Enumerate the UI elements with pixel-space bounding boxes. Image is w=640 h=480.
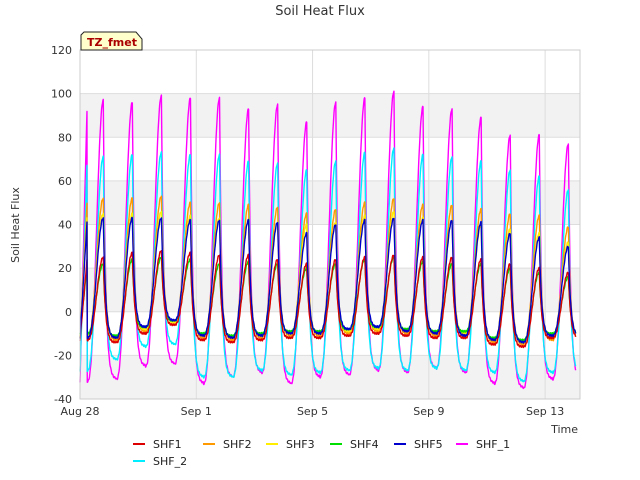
legend-label: SHF4 — [350, 438, 379, 451]
y-tick-label: 20 — [58, 262, 72, 275]
y-axis-label: Soil Heat Flux — [9, 187, 22, 263]
legend-label: SHF_2 — [153, 455, 187, 468]
x-tick-label: Aug 28 — [61, 405, 100, 418]
plot-band — [80, 93, 580, 138]
y-tick-label: 60 — [58, 175, 72, 188]
y-tick-label: -20 — [54, 349, 72, 362]
station-tag: TZ_fmet — [80, 31, 143, 51]
y-tick-label: 80 — [58, 131, 72, 144]
y-tick-label: 100 — [51, 88, 72, 101]
chart-title: Soil Heat Flux — [275, 4, 365, 19]
legend-label: SHF2 — [223, 438, 252, 451]
x-tick-label: Sep 5 — [297, 405, 328, 418]
legend-label: SHF3 — [286, 438, 315, 451]
legend-label: SHF_1 — [476, 438, 510, 451]
x-tick-label: Sep 9 — [413, 405, 444, 418]
station-tag-label: TZ_fmet — [87, 36, 137, 49]
x-tick-label: Sep 13 — [526, 405, 564, 418]
plot-band — [80, 50, 580, 94]
plot-band — [80, 137, 580, 181]
legend-label: SHF1 — [153, 438, 182, 451]
x-axis-label: Time — [550, 423, 578, 436]
x-tick-label: Sep 1 — [181, 405, 212, 418]
chart: Soil Heat Flux -40-20020406080100120 Aug… — [0, 0, 640, 480]
plot-band — [80, 355, 580, 399]
y-tick-label: 40 — [58, 219, 72, 232]
y-tick-label: 120 — [51, 44, 72, 57]
plot-band — [80, 311, 580, 356]
y-tick-label: 0 — [65, 306, 72, 319]
legend-label: SHF5 — [414, 438, 443, 451]
